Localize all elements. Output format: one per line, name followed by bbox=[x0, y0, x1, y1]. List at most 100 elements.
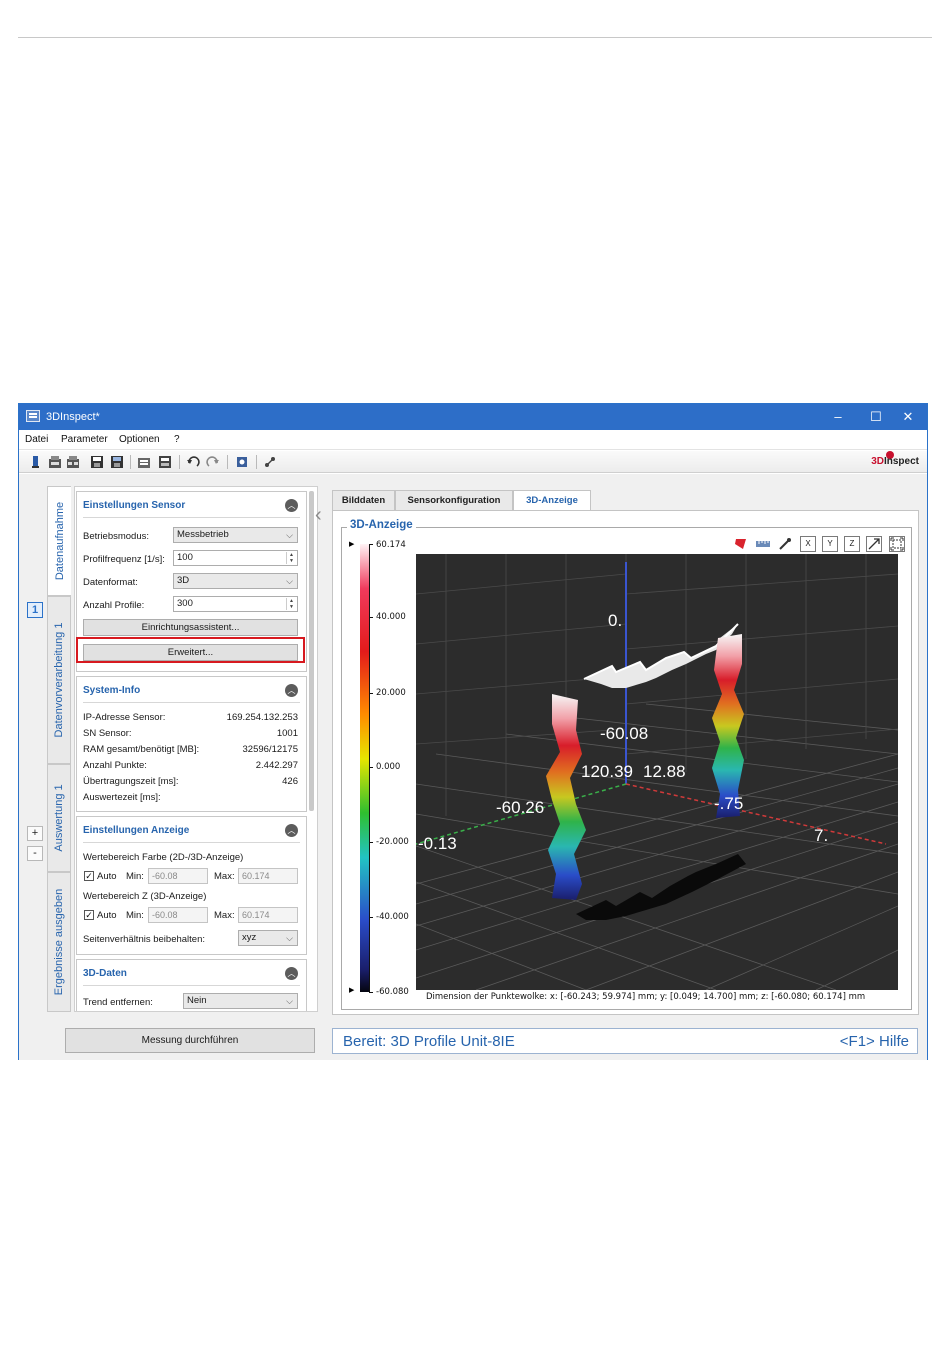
collapse-icon[interactable]: ︿ bbox=[285, 967, 298, 980]
sensor-icon[interactable] bbox=[29, 455, 43, 469]
axis-label: -.75 bbox=[714, 794, 744, 813]
y-axis-icon[interactable]: Y bbox=[822, 536, 838, 552]
toolbar-separator bbox=[227, 455, 228, 469]
menu-datei[interactable]: Datei bbox=[25, 434, 48, 445]
open-all-icon[interactable] bbox=[66, 455, 80, 469]
spin-arrows-icon[interactable]: ▲ ▼ bbox=[286, 598, 296, 610]
scale-label: -20.000 bbox=[376, 837, 409, 847]
trend-select[interactable]: Nein ⌵ bbox=[183, 993, 298, 1009]
axis-label: 12.88 bbox=[643, 762, 686, 781]
auto-z-checkbox[interactable]: ✓ bbox=[84, 910, 94, 920]
color-range-label: Wertebereich Farbe (2D-/3D-Anzeige) bbox=[83, 852, 244, 863]
color-scale-axis bbox=[369, 544, 370, 992]
tab-sensorkonfiguration[interactable]: Sensorkonfiguration bbox=[395, 490, 513, 510]
spin-arrows-icon[interactable]: ▲ ▼ bbox=[286, 552, 296, 564]
menu-optionen[interactable]: Optionen bbox=[119, 434, 160, 445]
ruler-icon[interactable] bbox=[755, 536, 771, 552]
betriebsmodus-select[interactable]: Messbetrieb ⌵ bbox=[173, 527, 298, 543]
settings-panel: Einstellungen Sensor ︿ Betriebsmodus: Me… bbox=[74, 486, 318, 1012]
collapse-icon[interactable]: ︿ bbox=[285, 824, 298, 837]
start-measurement-button[interactable]: Messung durchführen bbox=[65, 1028, 315, 1053]
anzahl-profile-label: Anzahl Profile: bbox=[83, 600, 145, 611]
iso-view-icon[interactable] bbox=[866, 536, 882, 552]
app-icon bbox=[26, 410, 40, 422]
max-marker-icon: ▶ bbox=[349, 541, 355, 548]
header-rule bbox=[18, 37, 932, 38]
save-all-icon[interactable] bbox=[110, 455, 124, 469]
tab-ergebnisse-ausgeben[interactable]: Ergebnisse ausgeben bbox=[47, 872, 71, 1012]
datenformat-label: Datenformat: bbox=[83, 577, 138, 588]
menu-bar: Datei Parameter Optionen ? bbox=[19, 430, 927, 450]
group-divider bbox=[83, 517, 300, 518]
wizard-button[interactable]: Einrichtungsassistent... bbox=[83, 619, 298, 636]
scale-label: -60.080 bbox=[376, 987, 409, 997]
window-title: 3DInspect* bbox=[46, 411, 100, 423]
3d-point-cloud-view[interactable]: 0. -60.08 120.39 12.88 -60.26 -0.13 -.75… bbox=[416, 554, 898, 990]
brand-logo: 3DInspect bbox=[871, 456, 919, 467]
collapse-icon[interactable]: ︿ bbox=[285, 684, 298, 697]
group-divider bbox=[83, 842, 300, 843]
redo-icon[interactable] bbox=[206, 455, 220, 469]
auto-label: Auto bbox=[97, 910, 117, 921]
load-config-icon[interactable] bbox=[137, 455, 151, 469]
max-label: Max: bbox=[214, 871, 235, 882]
tab-auswertung[interactable]: Auswertung 1 bbox=[47, 764, 71, 872]
3d-view-panel: 3D-Anzeige ▶ ▶ 60.174 40.000 20.000 0.00… bbox=[332, 510, 919, 1015]
auto-color-checkbox[interactable]: ✓ bbox=[84, 871, 94, 881]
info-label: Auswertezeit [ms]: bbox=[83, 792, 161, 803]
step-badge[interactable]: 1 bbox=[27, 602, 43, 618]
color-icon[interactable] bbox=[733, 536, 749, 552]
color-max-input[interactable]: 60.174 bbox=[238, 868, 298, 884]
z-max-input[interactable]: 60.174 bbox=[238, 907, 298, 923]
info-value: 426 bbox=[282, 776, 298, 787]
datenformat-select[interactable]: 3D ⌵ bbox=[173, 573, 298, 589]
help-link[interactable]: <F1> Hilfe bbox=[840, 1033, 909, 1050]
panel-scrollbar[interactable] bbox=[309, 491, 314, 811]
menu-help[interactable]: ? bbox=[174, 434, 180, 445]
tab-datenaufnahme[interactable]: Datenaufnahme bbox=[47, 486, 71, 596]
add-step-button[interactable]: + bbox=[27, 826, 43, 841]
collapse-icon[interactable]: ︿ bbox=[285, 499, 298, 512]
save-icon[interactable] bbox=[90, 455, 104, 469]
scale-tick bbox=[369, 842, 373, 843]
group-title: Einstellungen Sensor bbox=[83, 500, 186, 511]
profilfrequenz-stepper[interactable]: 100 ▲ ▼ bbox=[173, 550, 298, 566]
tab-datenvorverarbeitung[interactable]: Datenvorverarbeitung 1 bbox=[47, 596, 71, 764]
maximize-button[interactable]: ☐ bbox=[861, 407, 891, 427]
floor-grid bbox=[416, 703, 898, 990]
network-icon[interactable] bbox=[263, 455, 277, 469]
tab-bilddaten[interactable]: Bilddaten bbox=[332, 490, 395, 510]
aspect-select[interactable]: xyz ⌵ bbox=[238, 930, 298, 946]
toolbar: 3DInspect bbox=[19, 451, 927, 473]
chevron-down-icon: ⌵ bbox=[286, 530, 293, 540]
status-bar: Bereit: 3D Profile Unit-8IE <F1> Hilfe bbox=[332, 1028, 918, 1054]
fit-view-icon[interactable] bbox=[889, 536, 905, 552]
vertical-tab-bar: Datenaufnahme Datenvorverarbeitung 1 Aus… bbox=[47, 486, 71, 1012]
x-axis-icon[interactable]: X bbox=[800, 536, 816, 552]
axis-label: 0. bbox=[608, 611, 623, 630]
open-icon[interactable] bbox=[48, 455, 62, 469]
z-min-input[interactable]: -60.08 bbox=[148, 907, 208, 923]
dimension-readout: Dimension der Punktewolke: x: [-60.243; … bbox=[426, 992, 866, 1002]
color-scale-bar bbox=[360, 544, 369, 992]
save-config-icon[interactable] bbox=[158, 455, 172, 469]
group-divider bbox=[83, 702, 300, 703]
scale-tick bbox=[369, 917, 373, 918]
settings-icon[interactable] bbox=[235, 455, 249, 469]
remove-step-button[interactable]: - bbox=[27, 846, 43, 861]
max-label: Max: bbox=[214, 910, 235, 921]
undo-icon[interactable] bbox=[186, 455, 200, 469]
close-button[interactable]: ✕ bbox=[893, 407, 923, 427]
minimize-button[interactable]: – bbox=[823, 407, 853, 427]
page: 3DInspect* – ☐ ✕ Datei Parameter Optione… bbox=[0, 0, 950, 1369]
collapse-panel-icon[interactable]: ‹ bbox=[315, 504, 322, 527]
menu-parameter[interactable]: Parameter bbox=[61, 434, 108, 445]
z-axis-icon[interactable]: Z bbox=[844, 536, 860, 552]
anzahl-profile-stepper[interactable]: 300 ▲ ▼ bbox=[173, 596, 298, 612]
display-settings-group: Einstellungen Anzeige ︿ Wertebereich Far… bbox=[76, 816, 307, 955]
scale-tick bbox=[369, 617, 373, 618]
color-min-input[interactable]: -60.08 bbox=[148, 868, 208, 884]
tab-3d-anzeige[interactable]: 3D-Anzeige bbox=[513, 490, 591, 511]
pipette-icon[interactable] bbox=[777, 536, 793, 552]
trend-label: Trend entfernen: bbox=[83, 997, 153, 1008]
